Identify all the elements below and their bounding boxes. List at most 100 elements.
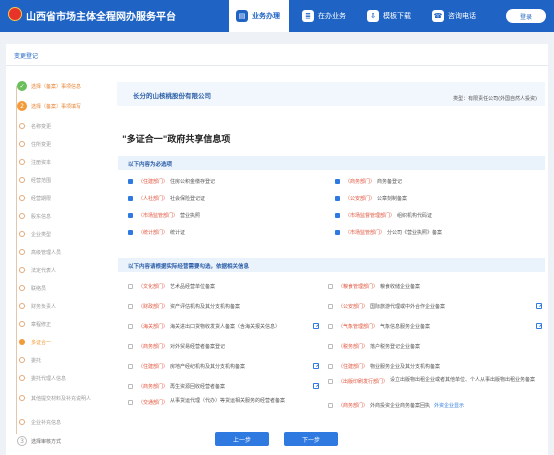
checkbox-checked[interactable] [128,212,133,218]
checkbox-unchecked[interactable] [128,383,133,389]
checkbox-unchecked[interactable] [328,343,333,349]
checkbox-unchecked[interactable] [128,303,133,309]
optional-item[interactable]: （气象管理部门） 气象信息服务企业备案 [328,321,430,331]
required-item[interactable]: （市场监督管理部门） 组织机构代码证 [335,210,432,220]
step-item[interactable]: 委托 [14,354,110,366]
step-item[interactable]: 章程修正 [14,318,110,330]
dept-label: （出版印刷发行部门） [338,379,389,385]
step-item[interactable]: 住所变更 [14,138,110,150]
item-name: 对外贸易经营者备案登记 [170,343,226,350]
phone-icon: ☎ [432,10,444,22]
dept-label: （公安部门） [345,195,376,202]
required-item[interactable]: （市场监管部门） 分公司《营业执照》备案 [335,227,442,237]
dept-label: （商务部门） [138,383,169,390]
nav-template-download[interactable]: ⇩ 模板下载 [363,0,425,32]
optional-item[interactable]: （文化部门） 艺术品经营单位备案 [128,281,215,291]
step-item[interactable]: 3 选择审核方式 [14,435,110,447]
next-button[interactable]: 下一步 [284,432,338,446]
step-item[interactable]: 法定代表人 [14,264,110,276]
step-item[interactable]: 企业补充信息 [14,416,110,428]
top-nav-bar: 山西省市场主体全程网办服务平台 ▤ 业务办理 ≣ 在办业务 ⇩ 模板下载 ☎ 咨… [0,0,554,32]
checkbox-checked[interactable] [335,212,340,218]
dept-label: （住建部门） [338,363,369,370]
step-item[interactable]: 股东信息 [14,210,110,222]
checkbox-unchecked[interactable] [128,400,133,405]
optional-item[interactable]: （商务部门） 外商投资企业商务备案回执 外资企业显示 [328,400,464,410]
nav-in-progress[interactable]: ≣ 在办业务 [298,0,360,32]
checkbox-checked[interactable] [335,178,340,184]
required-item[interactable]: （人社部门） 社会保险登记证 [128,193,205,203]
required-item[interactable]: （统计部门） 统计证 [128,227,185,237]
edit-icon[interactable] [313,363,319,369]
edit-icon[interactable] [313,383,319,389]
checkbox-unchecked[interactable] [128,323,133,329]
step-item[interactable]: 注册资本 [14,156,110,168]
optional-item[interactable]: （住建部门） 房地产经纪机构及其分支机构备案 [128,361,245,371]
optional-item[interactable]: （商务部门） 对外贸易经营者备案登记 [128,341,225,351]
step-item[interactable]: 联络员 [14,282,110,294]
checkbox-checked[interactable] [335,195,340,201]
checkbox-unchecked[interactable] [328,283,333,289]
nav-hotline[interactable]: ☎ 咨询电话 [428,0,494,32]
step-item[interactable]: 其他提交材料及补充说明人 [14,392,110,404]
optional-section-header: 以下内容请根据实际经营需要勾选，依据相关信息 [118,258,545,272]
step-item[interactable]: 经营范围 [14,174,110,186]
step-item[interactable]: 企业类型 [14,228,110,240]
optional-item[interactable]: （商务部门） 再生资源回收经营者备案 [128,381,225,391]
checkbox-unchecked[interactable] [328,379,333,384]
login-button[interactable]: 登录 [506,9,546,23]
dept-label: （人社部门） [138,195,169,202]
edit-icon[interactable] [536,303,542,309]
step-item[interactable]: 2 选择（备案）事项填写 [14,100,110,112]
checkbox-checked[interactable] [335,229,340,235]
step-item[interactable]: 高级管理人员 [14,246,110,258]
prev-button[interactable]: 上一步 [215,432,269,446]
item-name: 组织机构代码证 [397,212,433,219]
step-item[interactable]: ✓ 选择（备案）事项信息 [14,80,110,92]
required-item[interactable]: （公安部门） 公章刻制备案 [335,193,407,203]
checkbox-checked[interactable] [128,229,133,235]
foreign-enterprise-link[interactable]: 外资企业显示 [434,402,464,409]
step-item[interactable]: 名称变更 [14,120,110,132]
step-item-current[interactable]: 多证合一 [14,336,110,348]
edit-icon[interactable] [536,323,542,329]
edit-icon[interactable] [313,323,319,329]
step-item[interactable]: 委托代理人信息 [14,372,110,384]
nav-business[interactable]: ▤ 业务办理 [229,0,289,32]
step-label: 章程修正 [31,322,52,328]
optional-item[interactable]: （出版印刷发行部门） 设立出版物出租企业或者其他单位、个人从事出版物出租业务备案 [328,377,540,393]
step-label: 名称变更 [31,124,52,130]
checkbox-unchecked[interactable] [328,323,333,329]
item-name: 资产评估机构及其分支机构备案 [170,303,241,310]
briefcase-icon: ▤ [236,10,248,22]
checkbox-unchecked[interactable] [328,303,333,309]
required-item[interactable]: （商务部门） 商务备登记 [335,176,402,186]
checkbox-unchecked[interactable] [128,283,133,289]
optional-item[interactable]: （住建部门） 物业服务企业及其分支机构备案 [328,361,440,371]
checkbox-checked[interactable] [128,195,133,201]
required-item[interactable]: （住建部门） 住房公积金缴存登记 [128,176,215,186]
checkbox-unchecked[interactable] [128,343,133,349]
optional-item[interactable]: （粮食管理部门） 粮食收储企业备案 [328,281,420,291]
required-section-header: 以下内容为必选项 [118,156,545,170]
optional-item[interactable]: （公安部门） 国际旅游代理或中外合作企业备案 [328,301,445,311]
checkbox-unchecked[interactable] [128,363,133,369]
step-label: 委托代理人信息 [31,376,67,382]
optional-item[interactable]: （税务部门） 落户税务登记企业备案 [328,341,420,351]
company-info-bar: 长分的山核桃股份有限公司 类型：有限责任公司(外国自然人投资) [117,82,545,106]
step-dot [19,177,25,183]
dept-label: （文化部门） [138,283,169,290]
dept-label: （财政部门） [138,303,169,310]
required-item[interactable]: （市场监管部门） 营业执照 [128,210,200,220]
step-item[interactable]: 经营期限 [14,192,110,204]
step-label: 多证合一 [31,340,52,346]
step-label: 企业类型 [31,232,52,238]
step-item[interactable]: 财务负责人 [14,300,110,312]
checkbox-unchecked[interactable] [328,363,333,369]
checkbox-unchecked[interactable] [328,402,333,408]
optional-item[interactable]: （交通部门） 从事货运代理（代办）等货运相关服务的经营者备案 [128,398,310,414]
optional-item[interactable]: （财政部门） 资产评估机构及其分支机构备案 [128,301,240,311]
item-name: 社会保险登记证 [170,195,206,202]
checkbox-checked[interactable] [128,178,133,184]
optional-item[interactable]: （海关部门） 海关进出口货物收发货人备案（含海关报关信息） [128,321,280,331]
